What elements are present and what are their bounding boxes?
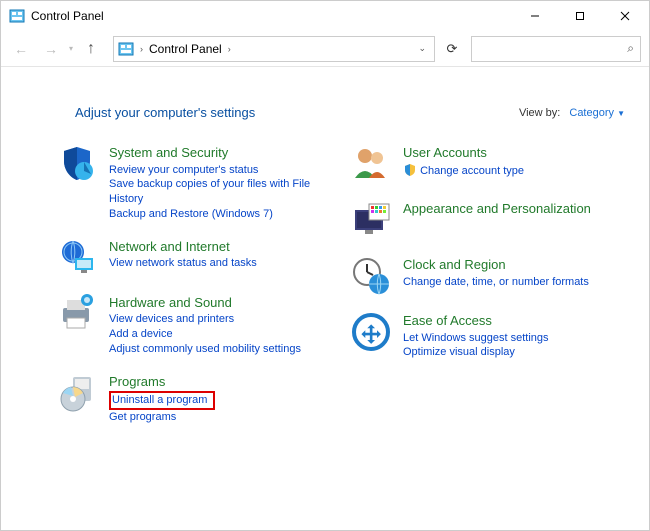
history-dropdown[interactable]: ▾ <box>69 44 73 53</box>
chevron-down-icon: ▼ <box>617 109 625 118</box>
search-icon: ⌕ <box>627 41 634 56</box>
category-title[interactable]: System and Security <box>109 144 331 162</box>
category-system-security: System and Security Review your computer… <box>57 144 331 222</box>
chevron-right-icon[interactable]: › <box>226 44 233 54</box>
link-mobility-settings[interactable]: Adjust commonly used mobility settings <box>109 342 301 357</box>
right-column: User Accounts Change account type Appear… <box>351 144 625 441</box>
link-review-status[interactable]: Review your computer's status <box>109 163 331 178</box>
view-by-selector[interactable]: View by: Category ▼ <box>519 107 625 119</box>
printer-icon <box>57 294 97 334</box>
toolbar: ← → ▾ ↑ › Control Panel › ⌄ ⟳ ⌕ <box>1 31 649 67</box>
content-area: Adjust your computer's settings View by:… <box>1 67 649 530</box>
link-backup-restore[interactable]: Backup and Restore (Windows 7) <box>109 207 331 222</box>
category-hardware-sound: Hardware and Sound View devices and prin… <box>57 294 331 357</box>
link-suggest-settings[interactable]: Let Windows suggest settings <box>403 331 549 346</box>
category-clock-region: Clock and Region Change date, time, or n… <box>351 256 625 296</box>
category-network-internet: Network and Internet View network status… <box>57 238 331 278</box>
view-by-value: Category <box>569 107 614 119</box>
breadcrumb-segment[interactable]: Control Panel <box>149 42 222 56</box>
category-ease-of-access: Ease of Access Let Windows suggest setti… <box>351 312 625 360</box>
maximize-button[interactable] <box>557 2 602 30</box>
monitor-grid-icon <box>351 200 391 240</box>
close-button[interactable] <box>602 2 647 30</box>
chevron-right-icon[interactable]: › <box>138 44 145 54</box>
title-bar: Control Panel <box>1 1 649 31</box>
search-input[interactable]: ⌕ <box>471 36 641 62</box>
category-title[interactable]: Network and Internet <box>109 238 257 256</box>
refresh-button[interactable]: ⟳ <box>439 36 465 62</box>
category-appearance-personalization: Appearance and Personalization <box>351 200 625 240</box>
page-title: Adjust your computer's settings <box>75 105 519 120</box>
category-title[interactable]: Clock and Region <box>403 256 589 274</box>
link-change-date-time[interactable]: Change date, time, or number formats <box>403 275 589 290</box>
back-button[interactable]: ← <box>9 37 33 61</box>
forward-button[interactable]: → <box>39 37 63 61</box>
category-title[interactable]: Appearance and Personalization <box>403 200 591 218</box>
link-view-devices[interactable]: View devices and printers <box>109 312 301 327</box>
globe-monitor-icon <box>57 238 97 278</box>
link-uninstall-program[interactable]: Uninstall a program <box>112 393 207 408</box>
ease-of-access-icon <box>351 312 391 352</box>
breadcrumb[interactable]: › Control Panel › ⌄ <box>113 36 435 62</box>
breadcrumb-dropdown[interactable]: ⌄ <box>414 43 430 54</box>
link-add-device[interactable]: Add a device <box>109 327 301 342</box>
disc-box-icon <box>57 373 97 413</box>
link-get-programs[interactable]: Get programs <box>109 410 215 425</box>
control-panel-icon <box>118 41 134 57</box>
category-title[interactable]: Hardware and Sound <box>109 294 301 312</box>
shield-small-icon <box>403 163 417 177</box>
minimize-button[interactable] <box>512 2 557 30</box>
up-button[interactable]: ↑ <box>79 37 103 61</box>
window-title: Control Panel <box>31 9 512 23</box>
people-icon <box>351 144 391 184</box>
link-optimize-visual[interactable]: Optimize visual display <box>403 345 549 360</box>
category-title[interactable]: Programs <box>109 373 215 391</box>
link-change-account-type[interactable]: Change account type <box>403 163 524 179</box>
clock-globe-icon <box>351 256 391 296</box>
category-user-accounts: User Accounts Change account type <box>351 144 625 184</box>
link-network-status[interactable]: View network status and tasks <box>109 256 257 271</box>
category-programs: Programs Uninstall a program Get program… <box>57 373 331 425</box>
view-by-label: View by: <box>519 107 560 119</box>
link-file-history[interactable]: Save backup copies of your files with Fi… <box>109 177 331 207</box>
highlight-annotation: Uninstall a program <box>109 391 215 411</box>
shield-pie-icon <box>57 144 97 184</box>
left-column: System and Security Review your computer… <box>57 144 331 441</box>
category-title[interactable]: Ease of Access <box>403 312 549 330</box>
control-panel-icon <box>9 8 25 24</box>
category-title[interactable]: User Accounts <box>403 144 524 162</box>
